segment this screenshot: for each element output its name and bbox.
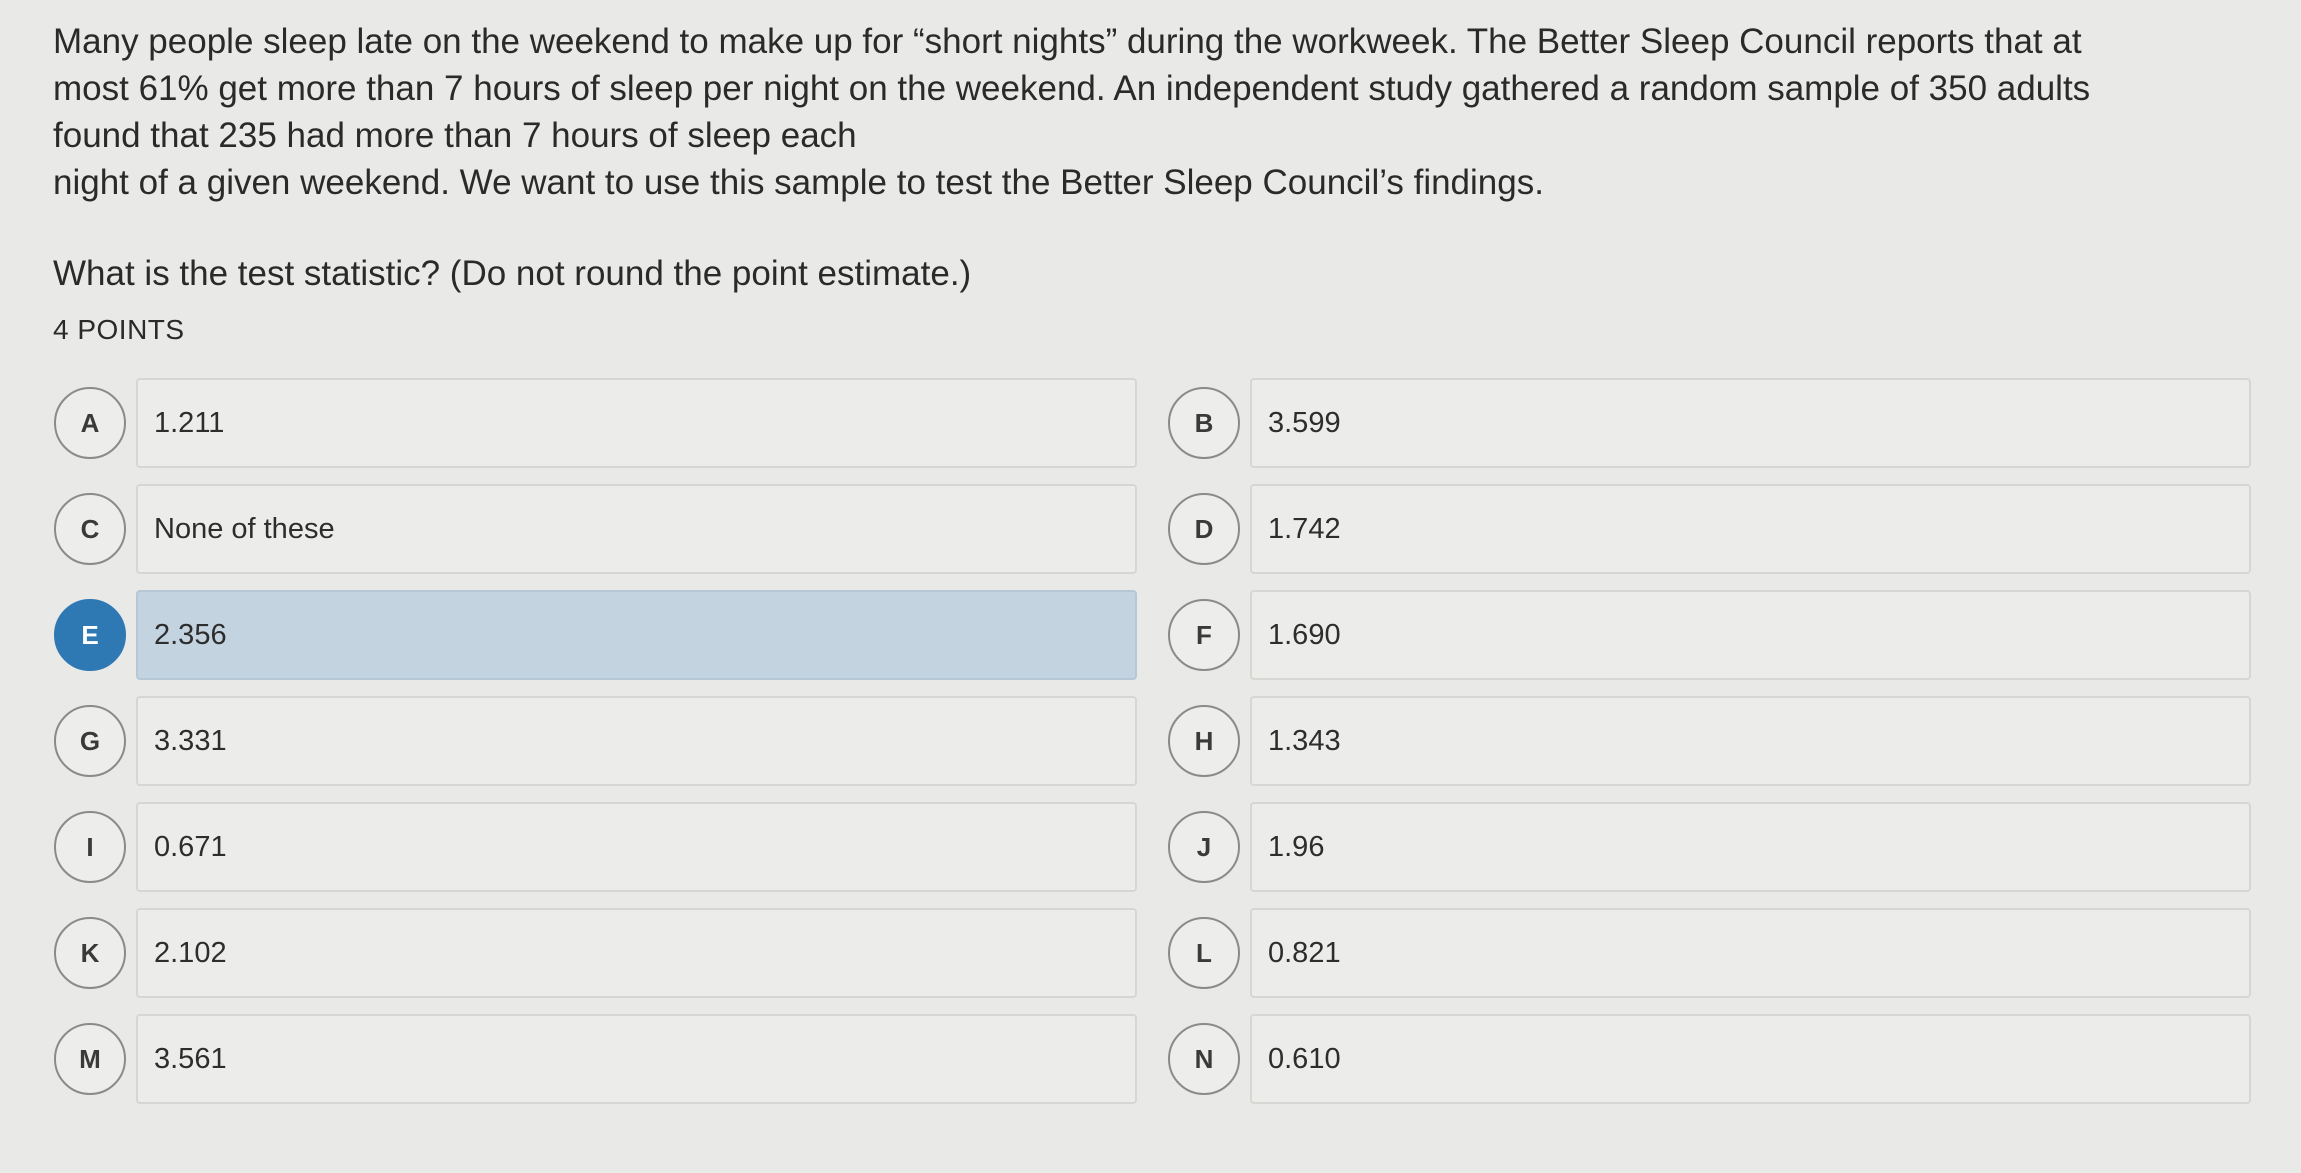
option-j[interactable]: J 1.96	[1167, 802, 2251, 892]
option-value[interactable]: 1.690	[1250, 590, 2251, 680]
points-label: 4 POINTS	[53, 314, 185, 345]
option-letter-badge[interactable]: A	[54, 387, 126, 459]
option-m[interactable]: M 3.561	[53, 1014, 1137, 1104]
option-value[interactable]: 0.671	[136, 802, 1137, 892]
option-value[interactable]: 2.102	[136, 908, 1137, 998]
option-l[interactable]: L 0.821	[1167, 908, 2251, 998]
option-letter-badge[interactable]: N	[1168, 1023, 1240, 1095]
question-prompt: What is the test statistic? (Do not roun…	[53, 254, 972, 293]
option-value[interactable]: 0.821	[1250, 908, 2251, 998]
option-f[interactable]: F 1.690	[1167, 590, 2251, 680]
option-value[interactable]: 3.561	[136, 1014, 1137, 1104]
option-letter-badge[interactable]: M	[54, 1023, 126, 1095]
option-value[interactable]: 1.742	[1250, 484, 2251, 574]
option-letter-badge[interactable]: K	[54, 917, 126, 989]
option-letter-badge[interactable]: B	[1168, 387, 1240, 459]
option-letter-badge[interactable]: E	[54, 599, 126, 671]
option-d[interactable]: D 1.742	[1167, 484, 2251, 574]
option-letter-badge[interactable]: G	[54, 705, 126, 777]
option-value[interactable]: 1.96	[1250, 802, 2251, 892]
option-letter-badge[interactable]: J	[1168, 811, 1240, 883]
answer-options: A 1.211 B 3.599 C None of these D 1.742 …	[53, 378, 2263, 1104]
option-value[interactable]: 3.599	[1250, 378, 2251, 468]
option-n[interactable]: N 0.610	[1167, 1014, 2251, 1104]
option-letter-badge[interactable]: C	[54, 493, 126, 565]
option-h[interactable]: H 1.343	[1167, 696, 2251, 786]
option-value[interactable]: 1.343	[1250, 696, 2251, 786]
option-letter-badge[interactable]: F	[1168, 599, 1240, 671]
option-letter-badge[interactable]: H	[1168, 705, 1240, 777]
option-value[interactable]: 0.610	[1250, 1014, 2251, 1104]
question-line: most 61% get more than 7 hours of sleep …	[53, 69, 2091, 108]
question-line: Many people sleep late on the weekend to…	[53, 22, 2082, 61]
option-value[interactable]: 3.331	[136, 696, 1137, 786]
option-letter-badge[interactable]: D	[1168, 493, 1240, 565]
option-g[interactable]: G 3.331	[53, 696, 1137, 786]
option-value[interactable]: 1.211	[136, 378, 1137, 468]
option-e[interactable]: E 2.356	[53, 590, 1137, 680]
option-k[interactable]: K 2.102	[53, 908, 1137, 998]
option-value[interactable]: None of these	[136, 484, 1137, 574]
option-a[interactable]: A 1.211	[53, 378, 1137, 468]
question-text: Many people sleep late on the weekend to…	[53, 18, 2263, 206]
option-value[interactable]: 2.356	[136, 590, 1137, 680]
option-c[interactable]: C None of these	[53, 484, 1137, 574]
question-line: night of a given weekend. We want to use…	[53, 163, 1544, 202]
option-letter-badge[interactable]: I	[54, 811, 126, 883]
option-b[interactable]: B 3.599	[1167, 378, 2251, 468]
question-line: found that 235 had more than 7 hours of …	[53, 116, 857, 155]
option-letter-badge[interactable]: L	[1168, 917, 1240, 989]
option-i[interactable]: I 0.671	[53, 802, 1137, 892]
